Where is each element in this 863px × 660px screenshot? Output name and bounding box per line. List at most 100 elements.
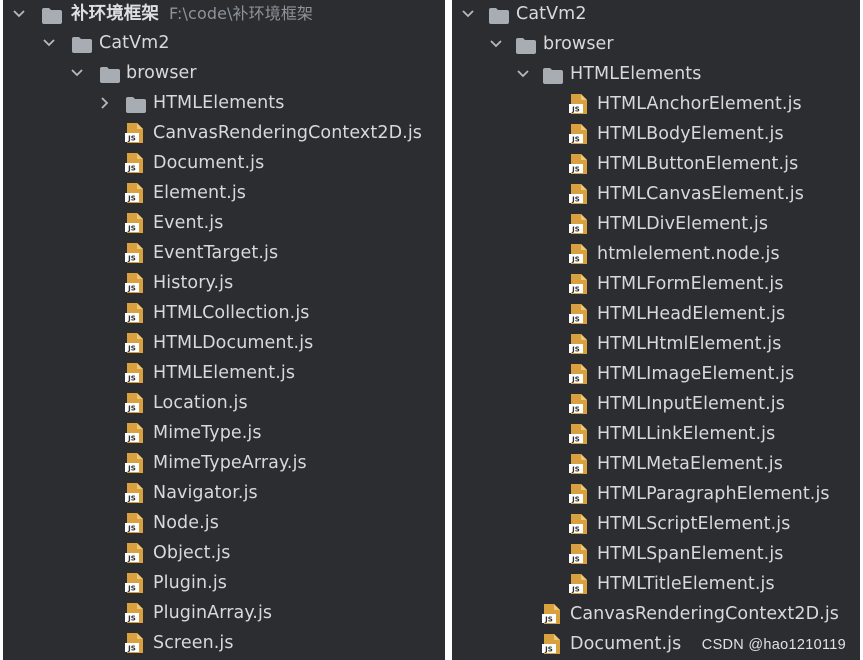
javascript-file-icon: JS: [124, 272, 146, 294]
file-row[interactable]: JS HTMLElement.js: [3, 358, 445, 388]
file-row[interactable]: JS Object.js: [3, 538, 445, 568]
svg-text:JS: JS: [127, 195, 136, 203]
svg-text:JS: JS: [571, 166, 580, 174]
javascript-file-icon: JS: [568, 363, 590, 385]
file-label: HTMLDocument.js: [153, 333, 314, 353]
javascript-file-icon: JS: [541, 603, 563, 625]
file-row[interactable]: JS Location.js: [3, 388, 445, 418]
file-row[interactable]: JS HTMLFormElement.js: [452, 269, 860, 299]
file-row[interactable]: JS PluginArray.js: [3, 598, 445, 628]
file-row[interactable]: JS htmlelement.node.js: [452, 239, 860, 269]
file-row[interactable]: JS HTMLHeadElement.js: [452, 299, 860, 329]
folder-browser[interactable]: browser: [3, 58, 445, 88]
svg-text:JS: JS: [571, 346, 580, 354]
svg-text:JS: JS: [544, 616, 553, 624]
chevron-right-icon[interactable]: [97, 88, 113, 118]
folder-icon: [99, 64, 121, 83]
file-row[interactable]: JS CanvasRenderingContext2D.js: [3, 118, 445, 148]
file-row[interactable]: JS HTMLLinkElement.js: [452, 419, 860, 449]
chevron-down-icon[interactable]: [69, 58, 85, 88]
file-label: HTMLTitleElement.js: [597, 574, 775, 594]
file-label: Screen.js: [153, 633, 234, 653]
file-label: Document.js: [570, 634, 682, 654]
file-row[interactable]: JS Node.js: [3, 508, 445, 538]
chevron-down-icon[interactable]: [41, 28, 57, 58]
javascript-file-icon: JS: [124, 362, 146, 384]
file-row[interactable]: JS HTMLDocument.js: [3, 328, 445, 358]
javascript-file-icon: JS: [568, 483, 590, 505]
file-row[interactable]: JS MimeType.js: [3, 418, 445, 448]
file-row[interactable]: JS MimeTypeArray.js: [3, 448, 445, 478]
file-row[interactable]: JS CanvasRenderingContext2D.js: [452, 599, 860, 629]
file-row[interactable]: JS Event.js: [3, 208, 445, 238]
file-row[interactable]: JS Document.js: [3, 148, 445, 178]
svg-text:JS: JS: [571, 466, 580, 474]
folder-catvm2[interactable]: CatVm2: [3, 28, 445, 58]
file-row[interactable]: JS HTMLParagraphElement.js: [452, 479, 860, 509]
file-row[interactable]: JS HTMLDivElement.js: [452, 209, 860, 239]
file-row[interactable]: JS HTMLButtonElement.js: [452, 149, 860, 179]
file-label: HTMLScriptElement.js: [597, 514, 791, 534]
file-label: Element.js: [153, 183, 246, 203]
file-label: HTMLHeadElement.js: [597, 304, 786, 324]
file-label: History.js: [153, 273, 234, 293]
file-row[interactable]: JS HTMLCollection.js: [3, 298, 445, 328]
file-row[interactable]: JS HTMLCanvasElement.js: [452, 179, 860, 209]
file-label: HTMLCanvasElement.js: [597, 184, 804, 204]
file-row[interactable]: JS Plugin.js: [3, 568, 445, 598]
folder-label: CatVm2: [99, 33, 170, 53]
project-tree-right: CatVm2 browser HTMLElements JS HTMLAnchorEle…: [452, 0, 860, 660]
folder-icon: [542, 65, 564, 84]
file-label: HTMLDivElement.js: [597, 214, 769, 234]
javascript-file-icon: JS: [124, 512, 146, 534]
file-row[interactable]: JS History.js: [3, 268, 445, 298]
javascript-file-icon: JS: [568, 93, 590, 115]
javascript-file-icon: JS: [124, 122, 146, 144]
folder-browser[interactable]: browser: [452, 29, 860, 59]
file-row[interactable]: JS HTMLSpanElement.js: [452, 539, 860, 569]
javascript-file-icon: JS: [568, 273, 590, 295]
file-label: Plugin.js: [153, 573, 228, 593]
folder-htmlelements[interactable]: HTMLElements: [452, 59, 860, 89]
file-row[interactable]: JS EventTarget.js: [3, 238, 445, 268]
file-label: htmlelement.node.js: [597, 244, 780, 264]
file-row[interactable]: JS HTMLInputElement.js: [452, 389, 860, 419]
file-label: HTMLMetaElement.js: [597, 454, 783, 474]
file-row[interactable]: JS Element.js: [3, 178, 445, 208]
chevron-down-icon[interactable]: [488, 29, 504, 59]
folder-label: HTMLElements: [153, 93, 285, 113]
file-row[interactable]: JS HTMLBodyElement.js: [452, 119, 860, 149]
javascript-file-icon: JS: [568, 423, 590, 445]
file-row[interactable]: JS HTMLHtmlElement.js: [452, 329, 860, 359]
file-row[interactable]: JS Navigator.js: [3, 478, 445, 508]
svg-text:JS: JS: [571, 526, 580, 534]
svg-text:JS: JS: [571, 376, 580, 384]
folder-htmlelements[interactable]: HTMLElements: [3, 88, 445, 118]
file-row[interactable]: JS HTMLTitleElement.js: [452, 569, 860, 599]
folder-catvm2[interactable]: CatVm2: [452, 0, 860, 29]
file-row[interactable]: JS HTMLImageElement.js: [452, 359, 860, 389]
file-label: HTMLAnchorElement.js: [597, 94, 802, 114]
chevron-down-icon[interactable]: [11, 0, 27, 29]
file-label: HTMLImageElement.js: [597, 364, 795, 384]
file-row[interactable]: JS Screen.js: [3, 628, 445, 658]
svg-text:JS: JS: [127, 375, 136, 383]
folder-icon: [125, 94, 147, 113]
javascript-file-icon: JS: [124, 392, 146, 414]
svg-text:JS: JS: [571, 316, 580, 324]
javascript-file-icon: JS: [568, 543, 590, 565]
chevron-down-icon[interactable]: [515, 59, 531, 89]
folder-label: CatVm2: [516, 4, 587, 24]
tree-row-project-root[interactable]: 补环境框架 F:\code\补环境框架: [3, 0, 445, 29]
file-row[interactable]: JS HTMLAnchorElement.js: [452, 89, 860, 119]
svg-text:JS: JS: [127, 645, 136, 653]
svg-text:JS: JS: [571, 496, 580, 504]
file-row[interactable]: JS HTMLScriptElement.js: [452, 509, 860, 539]
javascript-file-icon: JS: [124, 212, 146, 234]
chevron-down-icon[interactable]: [460, 0, 476, 29]
javascript-file-icon: JS: [124, 602, 146, 624]
file-row[interactable]: JS HTMLMetaElement.js: [452, 449, 860, 479]
file-label: HTMLElement.js: [153, 363, 296, 383]
svg-text:JS: JS: [127, 555, 136, 563]
project-path: F:\code\补环境框架: [169, 4, 314, 23]
